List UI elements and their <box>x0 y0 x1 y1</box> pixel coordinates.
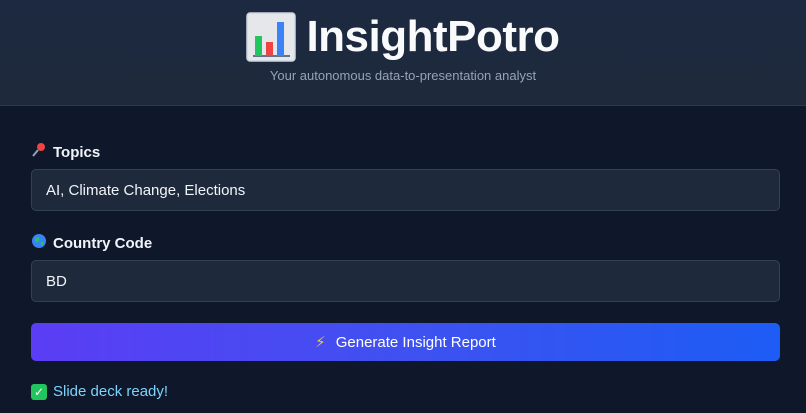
app-title: InsightPotro <box>306 12 560 61</box>
app-subtitle: Your autonomous data-to-presentation ana… <box>269 68 537 83</box>
bar-chart-icon <box>246 12 297 62</box>
country-group: Country Code <box>31 233 780 302</box>
check-icon: ✓ <box>31 383 47 400</box>
title-row: InsightPotro <box>0 0 806 62</box>
status-text: Slide deck ready! <box>53 383 169 400</box>
pushpin-icon <box>31 142 48 162</box>
country-label-text: Country Code <box>53 234 153 252</box>
lightning-icon: ⚡ <box>315 334 326 351</box>
topics-label-text: Topics <box>53 143 101 161</box>
topics-label: Topics <box>31 142 780 162</box>
form-container: Topics Country Code ⚡ Generate Insight R… <box>0 106 806 400</box>
generate-report-label: Generate Insight Report <box>335 333 496 351</box>
topics-input[interactable] <box>31 169 780 211</box>
globe-icon <box>31 233 48 253</box>
generate-report-button[interactable]: ⚡ Generate Insight Report <box>31 323 780 361</box>
status-message: ✓ Slide deck ready! <box>31 383 780 400</box>
topics-group: Topics <box>31 142 780 211</box>
country-code-input[interactable] <box>31 260 780 302</box>
country-label: Country Code <box>31 233 780 253</box>
app-header: InsightPotro Your autonomous data-to-pre… <box>0 0 806 106</box>
